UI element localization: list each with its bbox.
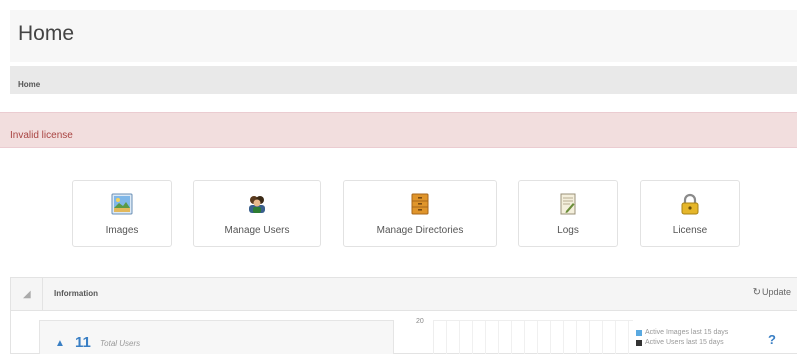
log-document-icon bbox=[557, 193, 579, 215]
grid-line bbox=[602, 321, 603, 354]
information-panel: ◢ Information ↻Update ▲ 11 Total Users 2… bbox=[10, 277, 797, 354]
signal-icon: ◢ bbox=[23, 289, 31, 300]
shortcut-bar: Images Manage Users Manage Directories L… bbox=[0, 180, 797, 248]
grid-line bbox=[576, 321, 577, 354]
chart-grid bbox=[433, 320, 633, 354]
legend-label-users: Active Users last 15 days bbox=[645, 339, 724, 346]
license-label: License bbox=[672, 225, 708, 236]
manage-users-shortcut-button[interactable]: Manage Users bbox=[193, 180, 321, 247]
breadcrumb-home[interactable]: Home bbox=[18, 80, 40, 89]
license-shortcut-button[interactable]: License bbox=[640, 180, 740, 247]
alert-message: Invalid license bbox=[10, 130, 73, 141]
grid-line bbox=[628, 321, 629, 354]
total-users-stat: ▲ 11 Total Users bbox=[39, 320, 394, 354]
user-icon: ▲ bbox=[55, 338, 65, 349]
manage-directories-shortcut-button[interactable]: Manage Directories bbox=[343, 180, 497, 247]
grid-line bbox=[459, 321, 460, 354]
grid-line bbox=[550, 321, 551, 354]
panel-header: ◢ Information ↻Update bbox=[11, 278, 797, 311]
manage-directories-label: Manage Directories bbox=[376, 225, 464, 236]
logs-shortcut-button[interactable]: Logs bbox=[518, 180, 618, 247]
legend-swatch-users bbox=[636, 340, 642, 346]
chart-legend: Active Images last 15 days Active Users … bbox=[636, 328, 781, 348]
grid-line bbox=[446, 321, 447, 354]
legend-item-images: Active Images last 15 days bbox=[636, 328, 781, 338]
legend-swatch-images bbox=[636, 330, 642, 336]
help-icon[interactable]: ? bbox=[768, 332, 776, 347]
y-tick-label: 20 bbox=[416, 318, 424, 325]
image-icon bbox=[111, 193, 133, 215]
panel-corner: ◢ bbox=[11, 278, 43, 310]
refresh-icon: ↻ bbox=[752, 287, 761, 298]
grid-line bbox=[472, 321, 473, 354]
images-shortcut-button[interactable]: Images bbox=[72, 180, 172, 247]
grid-line bbox=[524, 321, 525, 354]
logs-label: Logs bbox=[557, 225, 579, 236]
total-users-value: 11 bbox=[75, 334, 91, 351]
cabinet-icon bbox=[409, 193, 431, 215]
grid-line bbox=[485, 321, 486, 354]
update-button[interactable]: ↻Update bbox=[753, 287, 791, 298]
activity-chart: 20 bbox=[416, 315, 634, 354]
legend-label-images: Active Images last 15 days bbox=[645, 329, 729, 336]
license-alert: Invalid license bbox=[0, 112, 797, 148]
panel-title: Information bbox=[54, 289, 98, 298]
breadcrumb: Home bbox=[10, 66, 797, 94]
grid-line bbox=[537, 321, 538, 354]
page-root: Home Home Invalid license Images Manage … bbox=[0, 0, 797, 354]
images-label: Images bbox=[105, 225, 139, 236]
grid-line bbox=[615, 321, 616, 354]
page-header: Home bbox=[10, 10, 797, 62]
grid-line bbox=[511, 321, 512, 354]
page-title: Home bbox=[18, 22, 75, 45]
lock-icon bbox=[679, 193, 701, 215]
manage-users-label: Manage Users bbox=[224, 225, 290, 236]
grid-line bbox=[589, 321, 590, 354]
legend-item-users: Active Users last 15 days bbox=[636, 338, 781, 348]
update-label: Update bbox=[761, 287, 791, 297]
grid-line bbox=[563, 321, 564, 354]
users-icon bbox=[246, 193, 268, 215]
grid-line bbox=[498, 321, 499, 354]
total-users-label: Total Users bbox=[100, 339, 141, 348]
